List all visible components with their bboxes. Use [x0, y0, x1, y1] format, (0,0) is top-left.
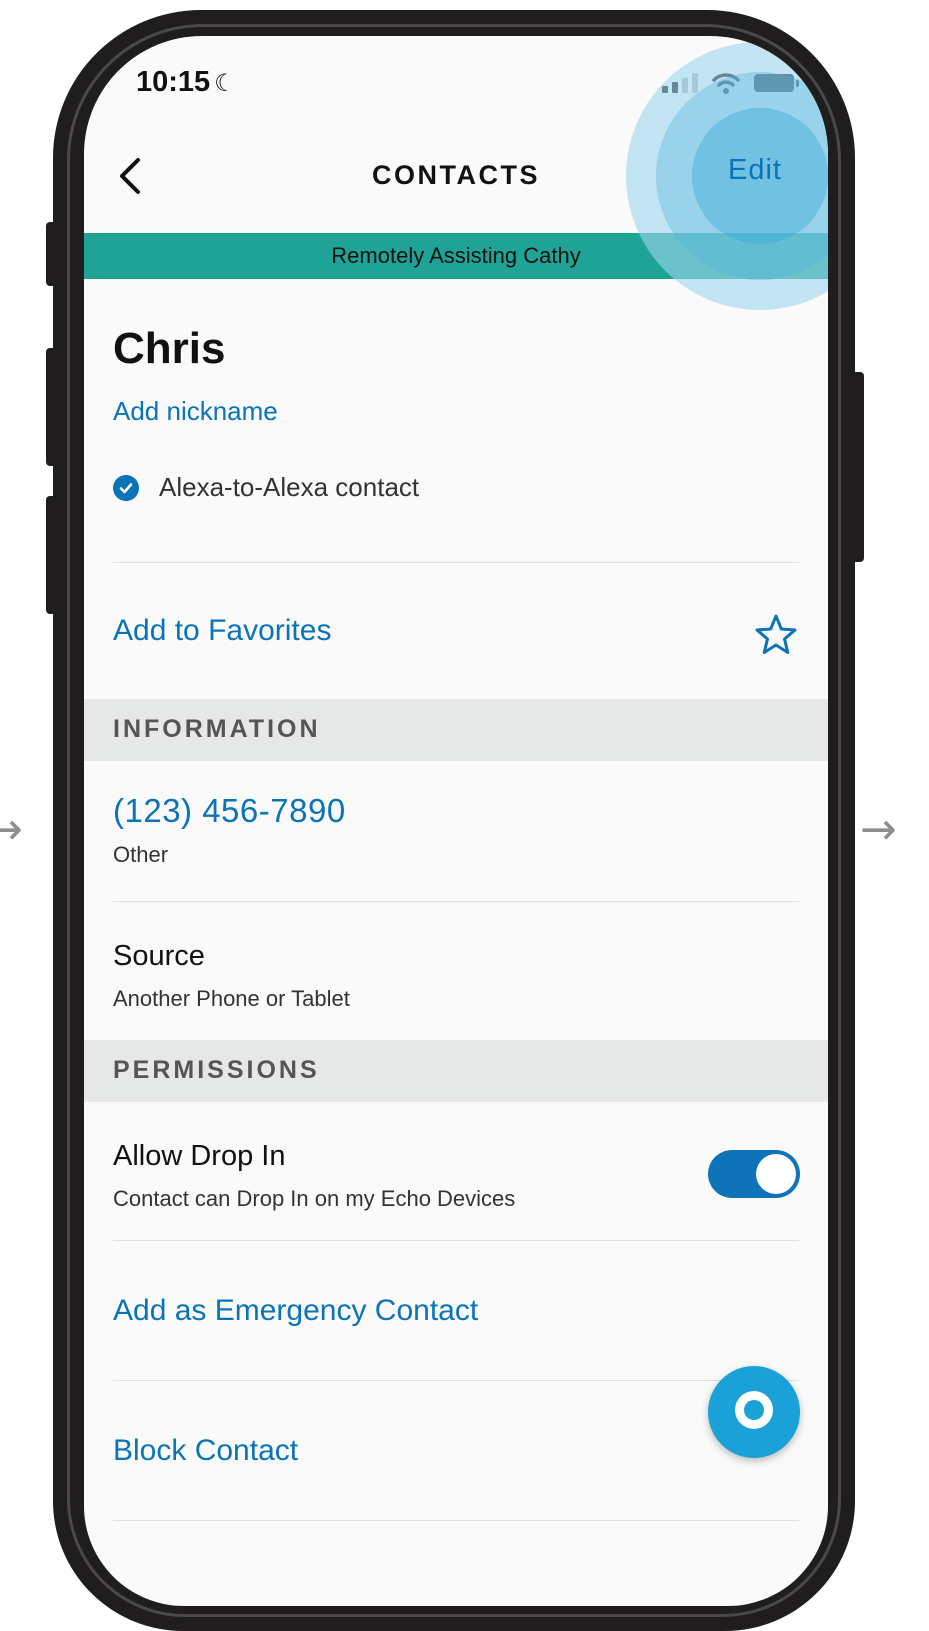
arrow-right-icon-left: → — [0, 804, 23, 855]
arrow-right-icon-right: → — [860, 804, 897, 855]
add-to-favorites-link[interactable]: Add to Favorites — [113, 614, 331, 648]
allow-drop-in-title: Allow Drop In — [113, 1140, 286, 1172]
contact-name: Chris — [113, 324, 226, 373]
alexa-icon — [735, 1391, 773, 1429]
divider — [113, 1240, 799, 1241]
information-section-header: INFORMATION — [84, 699, 828, 761]
edit-button[interactable]: Edit — [728, 154, 782, 187]
source-value: Another Phone or Tablet — [113, 986, 350, 1011]
divider — [113, 562, 799, 563]
check-circle-icon — [113, 474, 139, 501]
moon-icon: ☾ — [214, 70, 236, 97]
star-outline-icon[interactable] — [753, 612, 799, 658]
toggle-knob — [756, 1154, 796, 1194]
allow-drop-in-description: Contact can Drop In on my Echo Devices — [113, 1186, 516, 1211]
information-header-label: INFORMATION — [113, 715, 321, 743]
permissions-section-header: PERMISSIONS — [84, 1040, 828, 1102]
alexa-button[interactable] — [708, 1366, 800, 1458]
block-contact-link[interactable]: Block Contact — [113, 1434, 298, 1468]
divider — [113, 1520, 799, 1521]
allow-drop-in-toggle[interactable] — [708, 1150, 800, 1198]
status-time: 10:15 ☾ — [136, 66, 236, 98]
add-emergency-contact-link[interactable]: Add as Emergency Contact — [113, 1294, 478, 1328]
phone-type-label: Other — [113, 842, 169, 867]
add-nickname-link[interactable]: Add nickname — [113, 396, 278, 427]
divider — [113, 1380, 799, 1381]
source-title: Source — [113, 940, 205, 972]
alexa-to-alexa-row: Alexa-to-Alexa contact — [113, 472, 419, 503]
phone-screen: 10:15 ☾ CONTACTS Edit Remotely Assisting … — [84, 36, 828, 1606]
phone-number-link[interactable]: (123) 456-7890 — [113, 792, 346, 830]
alexa-to-alexa-label: Alexa-to-Alexa contact — [159, 472, 420, 502]
permissions-header-label: PERMISSIONS — [113, 1056, 320, 1084]
divider — [113, 901, 799, 902]
